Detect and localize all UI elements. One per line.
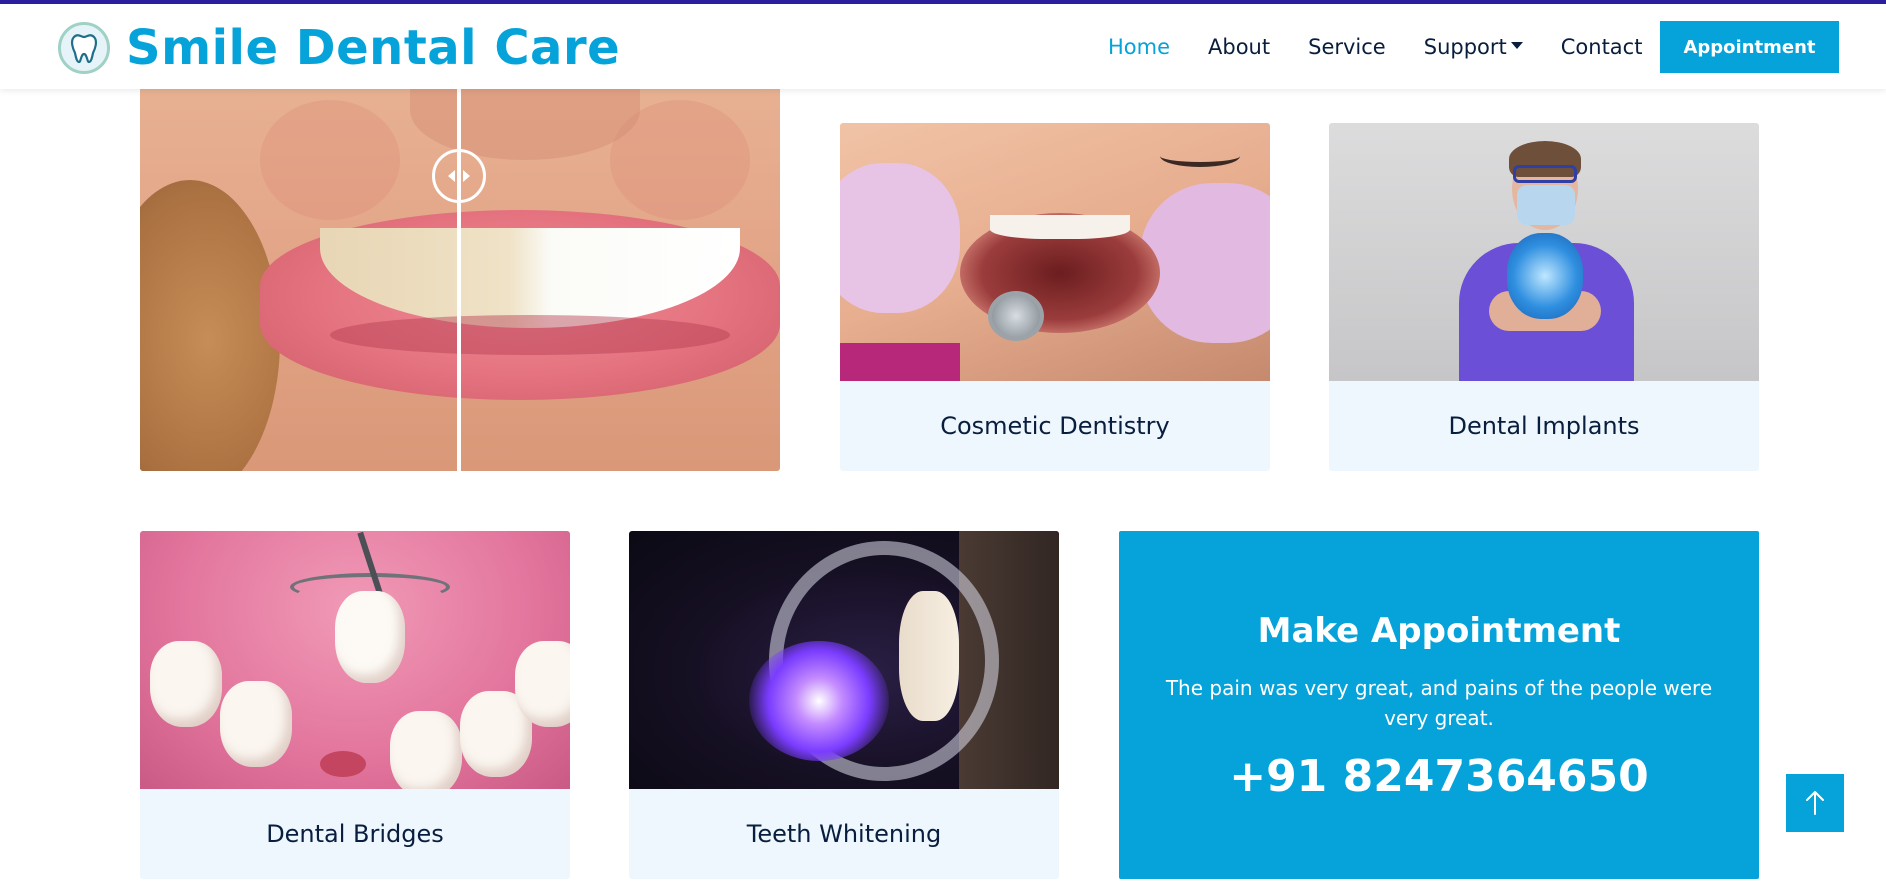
implant-socket <box>320 751 366 777</box>
face-mask <box>1517 185 1575 225</box>
brand[interactable]: Smile Dental Care <box>58 22 620 74</box>
service-card-teeth-whitening[interactable]: Teeth Whitening <box>629 531 1059 879</box>
cheek-left <box>260 100 400 220</box>
service-card-dental-implants[interactable]: Dental Implants <box>1329 123 1759 471</box>
glove-right <box>1140 183 1270 343</box>
comparison-divider[interactable] <box>457 60 461 471</box>
service-label: Dental Implants <box>1448 412 1640 440</box>
navbar: Smile Dental Care Home About Service Sup… <box>0 4 1886 89</box>
upper-teeth <box>990 215 1130 239</box>
arrow-up-icon <box>1806 791 1824 815</box>
nav-service[interactable]: Service <box>1308 32 1386 62</box>
glove-left <box>840 163 960 313</box>
hair-shape <box>140 180 280 471</box>
before-after-photo[interactable] <box>140 60 780 471</box>
dental-mirror <box>988 291 1044 341</box>
appointment-title: Make Appointment <box>1257 611 1621 651</box>
service-label: Dental Bridges <box>266 820 444 848</box>
nav-contact[interactable]: Contact <box>1561 32 1643 62</box>
uv-light-glow <box>749 641 889 761</box>
arrow-left-icon <box>448 170 455 182</box>
tooth-shape <box>515 641 570 727</box>
service-label: Teeth Whitening <box>746 820 942 848</box>
main-nav: Home About Service Support Contact <box>1108 32 1680 62</box>
lip-shadow <box>330 315 730 355</box>
teeth-row <box>899 591 959 721</box>
tooth-shape <box>150 641 222 727</box>
safety-glasses <box>1513 165 1577 183</box>
back-to-top-button[interactable] <box>1786 774 1844 832</box>
arrow-right-icon <box>463 170 470 182</box>
left-right-arrows-icon[interactable] <box>432 149 486 203</box>
closed-eye <box>1160 145 1240 167</box>
appointment-phone[interactable]: +91 8247364650 <box>1119 749 1759 805</box>
dental-bridges-photo <box>140 531 570 789</box>
appointment-panel: Make Appointment The pain was very great… <box>1119 531 1759 879</box>
service-card-dental-bridges[interactable]: Dental Bridges <box>140 531 570 879</box>
crown-tooth <box>335 591 405 683</box>
denture-model <box>1507 233 1583 319</box>
service-card-cosmetic-dentistry[interactable]: Cosmetic Dentistry <box>840 123 1270 471</box>
service-label: Cosmetic Dentistry <box>940 412 1170 440</box>
teeth-whitening-photo <box>629 531 1059 789</box>
dental-implants-photo <box>1329 123 1759 381</box>
brand-title: Smile Dental Care <box>126 20 621 76</box>
tooth-icon <box>58 22 110 74</box>
cosmetic-dentistry-photo <box>840 123 1270 381</box>
nav-about[interactable]: About <box>1208 32 1270 62</box>
appointment-description: The pain was very great, and pains of th… <box>1165 676 1713 730</box>
appointment-button[interactable]: Appointment <box>1660 21 1839 73</box>
caret-down-icon <box>1510 41 1523 49</box>
tooth-shape <box>390 711 462 789</box>
photo-detail <box>840 343 960 381</box>
nav-support-label: Support <box>1423 35 1507 59</box>
tooth-shape <box>220 681 292 767</box>
nav-home[interactable]: Home <box>1108 32 1170 62</box>
nav-support[interactable]: Support <box>1424 32 1523 62</box>
